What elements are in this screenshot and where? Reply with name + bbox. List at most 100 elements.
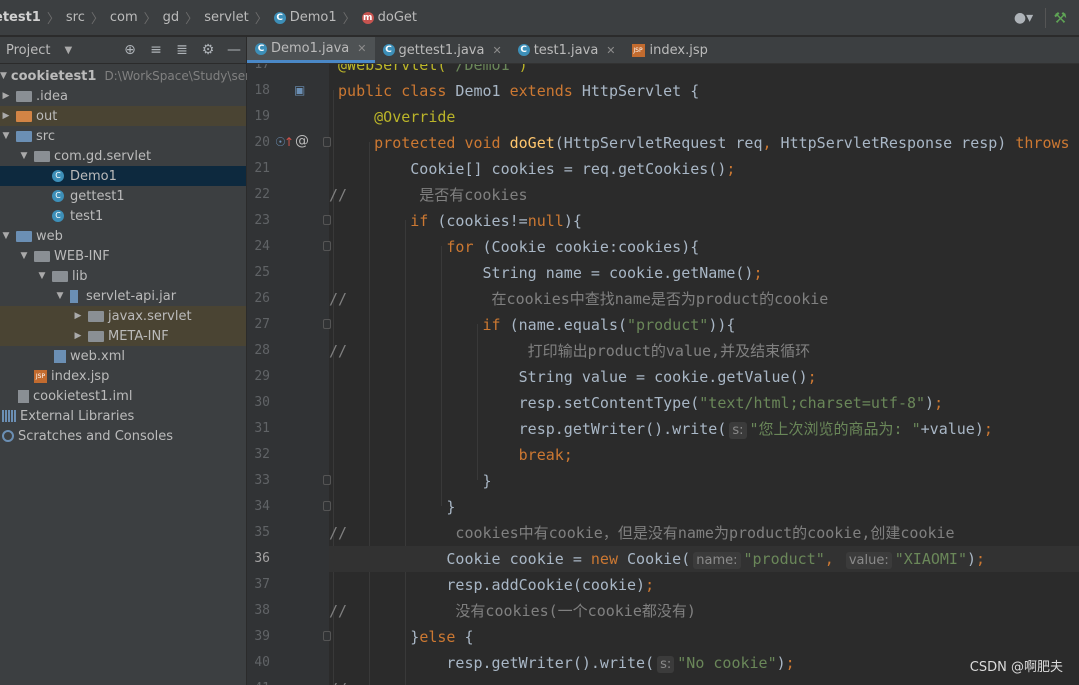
- close-icon[interactable]: ✕: [357, 42, 366, 55]
- tree-item-web-inf[interactable]: ▼ WEB-INF: [0, 246, 246, 266]
- chevron-down-icon[interactable]: ▼: [0, 71, 7, 81]
- code-editor[interactable]: 17 18 ▣ 19 20 ☉ ↑ @ 21 22 23 24 25 26 27 28 …: [247, 64, 1079, 685]
- code-line: if (name.equals("product")){: [482, 316, 736, 334]
- tab-gettest1-java[interactable]: C gettest1.java ✕: [375, 37, 510, 63]
- tab-index-jsp[interactable]: JSP index.jsp: [624, 37, 716, 63]
- arrow-up-icon[interactable]: ↑: [284, 135, 294, 149]
- tab-test1-java[interactable]: C test1.java ✕: [510, 37, 624, 63]
- module-file-icon: [18, 389, 29, 403]
- navbar-actions: ●▾ ⚒: [1011, 0, 1079, 36]
- line-number: 22: [254, 187, 270, 202]
- tree-item-label: out: [36, 108, 58, 124]
- close-icon[interactable]: ✕: [492, 44, 501, 57]
- breadcrumb-src[interactable]: src: [66, 10, 85, 25]
- chevron-right-icon[interactable]: ▶: [72, 311, 84, 321]
- tree-item-out[interactable]: ▶ out: [0, 106, 246, 126]
- tree-item-src[interactable]: ▼ src: [0, 126, 246, 146]
- chevron-down-icon[interactable]: ▼: [0, 231, 12, 241]
- tree-item-test1[interactable]: C test1: [0, 206, 246, 226]
- tree-item-package[interactable]: ▼ com.gd.servlet: [0, 146, 246, 166]
- user-icon[interactable]: ●▾: [1011, 8, 1037, 28]
- folder-icon: [88, 310, 104, 322]
- locate-icon[interactable]: ⊕: [122, 42, 138, 58]
- expand-all-icon[interactable]: ≡: [148, 42, 164, 58]
- tree-item-idea[interactable]: ▶ .idea: [0, 86, 246, 106]
- tree-item-iml[interactable]: cookietest1.iml: [0, 386, 246, 406]
- gutter-line: 28: [247, 338, 329, 364]
- breadcrumb: etest1 〉 src 〉 com 〉 gd 〉 servlet 〉 CDem…: [0, 8, 417, 27]
- breadcrumb-com[interactable]: com: [110, 10, 138, 25]
- chevron-right-icon[interactable]: ▶: [0, 91, 12, 101]
- breadcrumb-class[interactable]: C Demo1: [273, 10, 337, 25]
- chevron-down-icon[interactable]: ▼: [54, 291, 66, 301]
- tree-item-demo1[interactable]: C Demo1: [0, 166, 246, 186]
- tab-label: test1.java: [533, 42, 599, 58]
- tree-item-external-libraries[interactable]: External Libraries: [0, 406, 246, 426]
- gutter-line: 25: [247, 260, 329, 286]
- chevron-down-icon[interactable]: ▼: [0, 131, 12, 141]
- code-line: resp.getWriter().write(s: "No cookie");: [329, 654, 795, 673]
- tree-item-label: .idea: [36, 88, 68, 104]
- tree-item-label: javax.servlet: [108, 308, 192, 324]
- chevron-right-icon[interactable]: ▶: [0, 111, 12, 121]
- project-panel-header: Project ▼ ⊕ ≡ ≣ ⚙ —: [0, 37, 246, 64]
- line-number: 34: [254, 499, 270, 514]
- gutter-line: 17: [247, 64, 329, 78]
- close-icon[interactable]: ✕: [606, 44, 615, 57]
- code-area[interactable]: @WebServlet("/Demo1") public class Demo1…: [329, 64, 1079, 685]
- tree-item-label: cookietest1: [10, 68, 97, 84]
- web-servlet-icon[interactable]: ▣: [294, 83, 305, 97]
- chevron-down-icon[interactable]: ▼: [18, 151, 30, 161]
- library-icon: [2, 410, 16, 422]
- line-number: 31: [254, 421, 270, 436]
- gear-icon[interactable]: ⚙: [200, 42, 216, 58]
- gutter-line: 19: [247, 104, 329, 130]
- tree-item-web-xml[interactable]: web.xml: [0, 346, 246, 366]
- breadcrumb-gd[interactable]: gd: [163, 10, 180, 25]
- code-line: protected void doGet(HttpServletRequest …: [374, 134, 1079, 152]
- gutter-line: 29: [247, 364, 329, 390]
- chevron-down-icon[interactable]: ▼: [18, 251, 30, 261]
- chevron-right-icon[interactable]: ▶: [72, 331, 84, 341]
- tab-demo1-java[interactable]: C Demo1.java ✕: [247, 37, 375, 63]
- tree-item-scratches[interactable]: Scratches and Consoles: [0, 426, 246, 446]
- chevron-down-icon[interactable]: ▼: [36, 271, 48, 281]
- chevron-down-icon[interactable]: ▼: [64, 45, 72, 56]
- line-number: 18: [254, 83, 270, 98]
- annotation-icon[interactable]: @: [295, 133, 309, 149]
- tree-item-web[interactable]: ▼ web: [0, 226, 246, 246]
- breadcrumb-class-label: Demo1: [289, 10, 337, 25]
- tree-item-meta-inf[interactable]: ▶ META-INF: [0, 326, 246, 346]
- line-number: 29: [254, 369, 270, 384]
- breadcrumb-method[interactable]: m doGet: [361, 10, 417, 25]
- scratches-icon: [2, 430, 14, 442]
- project-panel-title[interactable]: Project: [6, 43, 50, 58]
- tree-item-index-jsp[interactable]: JSP index.jsp: [0, 366, 246, 386]
- gutter-line: 18 ▣: [247, 78, 329, 104]
- tree-item-lib[interactable]: ▼ lib: [0, 266, 246, 286]
- breadcrumb-project[interactable]: etest1: [0, 10, 41, 25]
- tree-item-gettest1[interactable]: C gettest1: [0, 186, 246, 206]
- tree-item-servlet-api-jar[interactable]: ▼ servlet-api.jar: [0, 286, 246, 306]
- folder-icon: [16, 110, 32, 122]
- jsp-file-icon: JSP: [631, 43, 645, 57]
- breadcrumb-servlet[interactable]: servlet: [204, 10, 249, 25]
- tree-item-javax-servlet[interactable]: ▶ javax.servlet: [0, 306, 246, 326]
- collapse-all-icon[interactable]: ≣: [174, 42, 190, 58]
- tree-item-label: META-INF: [108, 328, 169, 344]
- gutter-line: 40: [247, 650, 329, 676]
- line-number: 20: [254, 135, 270, 150]
- build-hammer-icon[interactable]: ⚒: [1054, 9, 1067, 27]
- gutter-line: 37: [247, 572, 329, 598]
- line-number: 35: [254, 525, 270, 540]
- tree-item-label: web: [36, 228, 63, 244]
- line-number: 26: [254, 291, 270, 306]
- code-line: Cookie[] cookies = req.getCookies();: [329, 160, 736, 178]
- line-number: 27: [254, 317, 270, 332]
- line-number: 33: [254, 473, 270, 488]
- tree-item-cookietest1[interactable]: ▼ cookietest1 D:\WorkSpace\Study\servl: [0, 66, 260, 86]
- gutter-line: 32: [247, 442, 329, 468]
- hide-icon[interactable]: —: [226, 42, 242, 58]
- divider: [1044, 8, 1046, 28]
- class-icon: C: [52, 210, 64, 222]
